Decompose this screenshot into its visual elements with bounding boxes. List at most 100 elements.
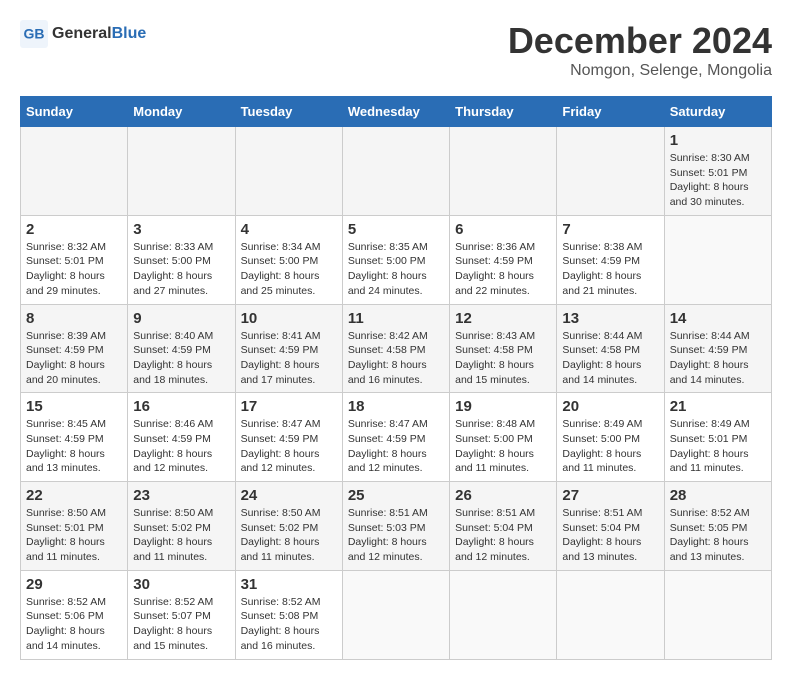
table-row	[128, 127, 235, 216]
day-details: Sunrise: 8:44 AMSunset: 4:58 PMDaylight:…	[562, 329, 658, 388]
table-row: 13Sunrise: 8:44 AMSunset: 4:58 PMDayligh…	[557, 304, 664, 393]
day-number: 5	[348, 221, 444, 238]
table-row: 30Sunrise: 8:52 AMSunset: 5:07 PMDayligh…	[128, 570, 235, 659]
table-row: 3 Sunrise: 8:33 AMSunset: 5:00 PMDaylight…	[128, 215, 235, 304]
day-details: Sunrise: 8:51 AMSunset: 5:04 PMDaylight:…	[562, 506, 658, 565]
day-number: 8	[26, 310, 122, 327]
table-row: 28Sunrise: 8:52 AMSunset: 5:05 PMDayligh…	[664, 482, 771, 571]
day-number: 14	[670, 310, 766, 327]
location-subtitle: Nomgon, Selenge, Mongolia	[508, 62, 772, 80]
svg-text:GB: GB	[24, 26, 45, 42]
table-row: 21 Sunrise: 8:49 AMSunset: 5:01 PMDayligh…	[664, 393, 771, 482]
col-friday: Friday	[557, 97, 664, 127]
day-number: 18	[348, 398, 444, 415]
day-number: 9	[133, 310, 229, 327]
table-row	[342, 570, 449, 659]
table-row: 10Sunrise: 8:41 AMSunset: 4:59 PMDayligh…	[235, 304, 342, 393]
day-details: Sunrise: 8:52 AMSunset: 5:05 PMDaylight:…	[670, 506, 766, 565]
day-number: 17	[241, 398, 337, 415]
table-row: 2Sunrise: 8:32 AMSunset: 5:01 PMDaylight…	[21, 215, 128, 304]
day-number: 3	[133, 221, 229, 238]
col-thursday: Thursday	[450, 97, 557, 127]
day-details: Sunrise: 8:49 AMSunset: 5:01 PMDaylight:…	[670, 417, 766, 476]
day-number: 26	[455, 487, 551, 504]
table-row	[450, 570, 557, 659]
table-row: 8 Sunrise: 8:39 AMSunset: 4:59 PMDaylight…	[21, 304, 128, 393]
day-details: Sunrise: 8:34 AMSunset: 5:00 PMDaylight:…	[241, 240, 337, 299]
calendar-week-row: 29Sunrise: 8:52 AMSunset: 5:06 PMDayligh…	[21, 570, 772, 659]
calendar-week-row: 8 Sunrise: 8:39 AMSunset: 4:59 PMDaylight…	[21, 304, 772, 393]
table-row	[235, 127, 342, 216]
day-number: 16	[133, 398, 229, 415]
day-details: Sunrise: 8:39 AMSunset: 4:59 PMDaylight:…	[26, 329, 122, 388]
day-number: 29	[26, 576, 122, 593]
table-row: 18Sunrise: 8:47 AMSunset: 4:59 PMDayligh…	[342, 393, 449, 482]
day-details: Sunrise: 8:47 AMSunset: 4:59 PMDaylight:…	[241, 417, 337, 476]
calendar-week-row: 22Sunrise: 8:50 AMSunset: 5:01 PMDayligh…	[21, 482, 772, 571]
table-row	[664, 215, 771, 304]
logo-general: General	[52, 25, 112, 42]
table-row: 14 Sunrise: 8:44 AMSunset: 4:59 PMDayligh…	[664, 304, 771, 393]
table-row: 12 Sunrise: 8:43 AMSunset: 4:58 PMDayligh…	[450, 304, 557, 393]
day-details: Sunrise: 8:46 AMSunset: 4:59 PMDaylight:…	[133, 417, 229, 476]
table-row: 29Sunrise: 8:52 AMSunset: 5:06 PMDayligh…	[21, 570, 128, 659]
col-tuesday: Tuesday	[235, 97, 342, 127]
day-number: 11	[348, 310, 444, 327]
table-row: 31 Sunrise: 8:52 AMSunset: 5:08 PMDayligh…	[235, 570, 342, 659]
calendar-header: Sunday Monday Tuesday Wednesday Thursday…	[21, 97, 772, 127]
day-number: 12	[455, 310, 551, 327]
table-row: 27 Sunrise: 8:51 AMSunset: 5:04 PMDayligh…	[557, 482, 664, 571]
day-details: Sunrise: 8:49 AMSunset: 5:00 PMDaylight:…	[562, 417, 658, 476]
day-details: Sunrise: 8:40 AMSunset: 4:59 PMDaylight:…	[133, 329, 229, 388]
month-title: December 2024	[508, 20, 772, 62]
day-number: 19	[455, 398, 551, 415]
day-number: 7	[562, 221, 658, 238]
calendar-title-area: December 2024 Nomgon, Selenge, Mongolia	[508, 20, 772, 80]
day-details: Sunrise: 8:50 AMSunset: 5:01 PMDaylight:…	[26, 506, 122, 565]
day-number: 27	[562, 487, 658, 504]
calendar-body: 1Sunrise: 8:30 AMSunset: 5:01 PMDaylight…	[21, 127, 772, 660]
day-details: Sunrise: 8:38 AMSunset: 4:59 PMDaylight:…	[562, 240, 658, 299]
logo: GB GeneralBlue	[20, 20, 146, 48]
day-number: 21	[670, 398, 766, 415]
day-details: Sunrise: 8:33 AMSunset: 5:00 PMDaylight:…	[133, 240, 229, 299]
col-sunday: Sunday	[21, 97, 128, 127]
day-number: 1	[670, 132, 766, 149]
table-row	[557, 127, 664, 216]
col-saturday: Saturday	[664, 97, 771, 127]
day-details: Sunrise: 8:44 AMSunset: 4:59 PMDaylight:…	[670, 329, 766, 388]
header-row: Sunday Monday Tuesday Wednesday Thursday…	[21, 97, 772, 127]
day-number: 23	[133, 487, 229, 504]
day-details: Sunrise: 8:43 AMSunset: 4:58 PMDaylight:…	[455, 329, 551, 388]
table-row: 4 Sunrise: 8:34 AMSunset: 5:00 PMDaylight…	[235, 215, 342, 304]
table-row: 9 Sunrise: 8:40 AMSunset: 4:59 PMDaylight…	[128, 304, 235, 393]
day-number: 24	[241, 487, 337, 504]
day-details: Sunrise: 8:41 AMSunset: 4:59 PMDaylight:…	[241, 329, 337, 388]
day-details: Sunrise: 8:48 AMSunset: 5:00 PMDaylight:…	[455, 417, 551, 476]
day-details: Sunrise: 8:35 AMSunset: 5:00 PMDaylight:…	[348, 240, 444, 299]
logo-blue: Blue	[112, 25, 147, 42]
day-details: Sunrise: 8:51 AMSunset: 5:04 PMDaylight:…	[455, 506, 551, 565]
table-row: 7 Sunrise: 8:38 AMSunset: 4:59 PMDaylight…	[557, 215, 664, 304]
logo-wordmark: GeneralBlue	[52, 25, 146, 43]
day-details: Sunrise: 8:50 AMSunset: 5:02 PMDaylight:…	[241, 506, 337, 565]
table-row	[342, 127, 449, 216]
calendar-week-row: 2Sunrise: 8:32 AMSunset: 5:01 PMDaylight…	[21, 215, 772, 304]
table-row: 17 Sunrise: 8:47 AMSunset: 4:59 PMDayligh…	[235, 393, 342, 482]
calendar-week-row: 15Sunrise: 8:45 AMSunset: 4:59 PMDayligh…	[21, 393, 772, 482]
table-row: 6Sunrise: 8:36 AMSunset: 4:59 PMDaylight…	[450, 215, 557, 304]
day-number: 31	[241, 576, 337, 593]
day-number: 4	[241, 221, 337, 238]
logo-icon: GB	[20, 20, 48, 48]
day-details: Sunrise: 8:42 AMSunset: 4:58 PMDaylight:…	[348, 329, 444, 388]
table-row: 11 Sunrise: 8:42 AMSunset: 4:58 PMDayligh…	[342, 304, 449, 393]
table-row	[664, 570, 771, 659]
table-row: 24 Sunrise: 8:50 AMSunset: 5:02 PMDayligh…	[235, 482, 342, 571]
table-row: 16 Sunrise: 8:46 AMSunset: 4:59 PMDayligh…	[128, 393, 235, 482]
table-row	[450, 127, 557, 216]
day-details: Sunrise: 8:52 AMSunset: 5:08 PMDaylight:…	[241, 595, 337, 654]
day-number: 2	[26, 221, 122, 238]
day-number: 20	[562, 398, 658, 415]
day-number: 6	[455, 221, 551, 238]
table-row: 23Sunrise: 8:50 AMSunset: 5:02 PMDayligh…	[128, 482, 235, 571]
